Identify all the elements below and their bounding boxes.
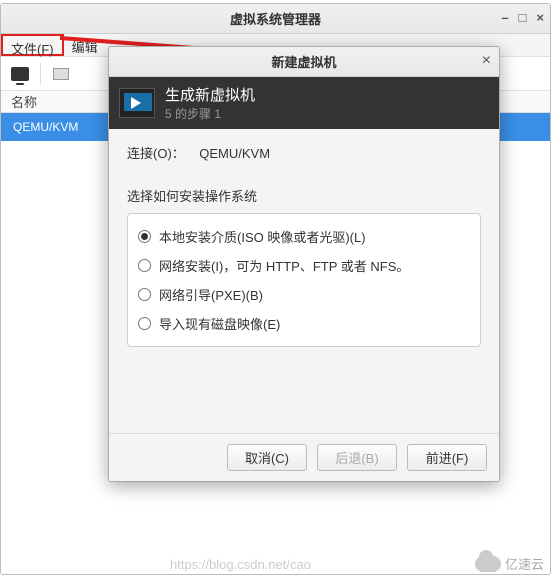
new-vm-dialog: 新建虚拟机 × 生成新虚拟机 5 的步骤 1 连接(O)： QEMU/KVM 选… (108, 46, 500, 482)
radio-icon (138, 259, 151, 272)
main-titlebar: 虚拟系统管理器 – □ × (1, 4, 550, 34)
option-label: 网络引导(PXE)(B) (159, 285, 263, 304)
option-local-media[interactable]: 本地安装介质(ISO 映像或者光驱)(L) (138, 222, 470, 251)
open-icon (53, 68, 69, 80)
install-prompt: 选择如何安装操作系统 (127, 186, 481, 205)
dialog-close-button[interactable]: × (482, 52, 491, 70)
main-window-title: 虚拟系统管理器 (230, 9, 321, 28)
dialog-footer: 取消(C) 后退(B) 前进(F) (109, 433, 499, 481)
option-label: 本地安装介质(ISO 映像或者光驱)(L) (159, 227, 366, 246)
watermark-url: https://blog.csdn.net/cao (170, 557, 311, 572)
menu-edit[interactable]: 编辑 (64, 34, 106, 56)
cloud-icon (475, 556, 501, 572)
option-import-disk[interactable]: 导入现有磁盘映像(E) (138, 309, 470, 338)
new-vm-toolbar-button[interactable] (7, 61, 33, 87)
connection-label: 连接(O)： (127, 146, 185, 161)
dialog-header-title: 生成新虚拟机 (165, 84, 255, 105)
watermark-brand: 亿速云 (505, 554, 544, 573)
toolbar-separator (40, 63, 41, 85)
dialog-banner: 生成新虚拟机 5 的步骤 1 (109, 77, 499, 129)
menu-file[interactable]: 文件(F) (1, 34, 64, 56)
connection-value: QEMU/KVM (199, 146, 270, 161)
radio-icon (138, 317, 151, 330)
dialog-body: 连接(O)： QEMU/KVM 选择如何安装操作系统 本地安装介质(ISO 映像… (109, 129, 499, 433)
option-network-install[interactable]: 网络安装(I)，可为 HTTP、FTP 或者 NFS。 (138, 251, 470, 280)
radio-icon (138, 230, 151, 243)
install-options-group: 本地安装介质(ISO 映像或者光驱)(L) 网络安装(I)，可为 HTTP、FT… (127, 213, 481, 347)
cancel-button[interactable]: 取消(C) (227, 444, 307, 471)
minimize-button[interactable]: – (501, 10, 508, 25)
option-label: 网络安装(I)，可为 HTTP、FTP 或者 NFS。 (159, 256, 409, 275)
radio-icon (138, 288, 151, 301)
back-button[interactable]: 后退(B) (317, 444, 397, 471)
dialog-titlebar: 新建虚拟机 × (109, 47, 499, 77)
dialog-title: 新建虚拟机 (271, 52, 336, 71)
watermark-logo: 亿速云 (475, 554, 544, 573)
open-vm-toolbar-button[interactable] (48, 61, 74, 87)
vm-play-icon (119, 88, 155, 118)
option-pxe[interactable]: 网络引导(PXE)(B) (138, 280, 470, 309)
forward-button[interactable]: 前进(F) (407, 444, 487, 471)
main-window-controls: – □ × (501, 10, 544, 25)
monitor-icon (11, 67, 29, 81)
maximize-button[interactable]: □ (519, 10, 527, 25)
dialog-step-label: 5 的步骤 1 (165, 105, 255, 122)
close-button[interactable]: × (536, 10, 544, 25)
option-label: 导入现有磁盘映像(E) (159, 314, 280, 333)
